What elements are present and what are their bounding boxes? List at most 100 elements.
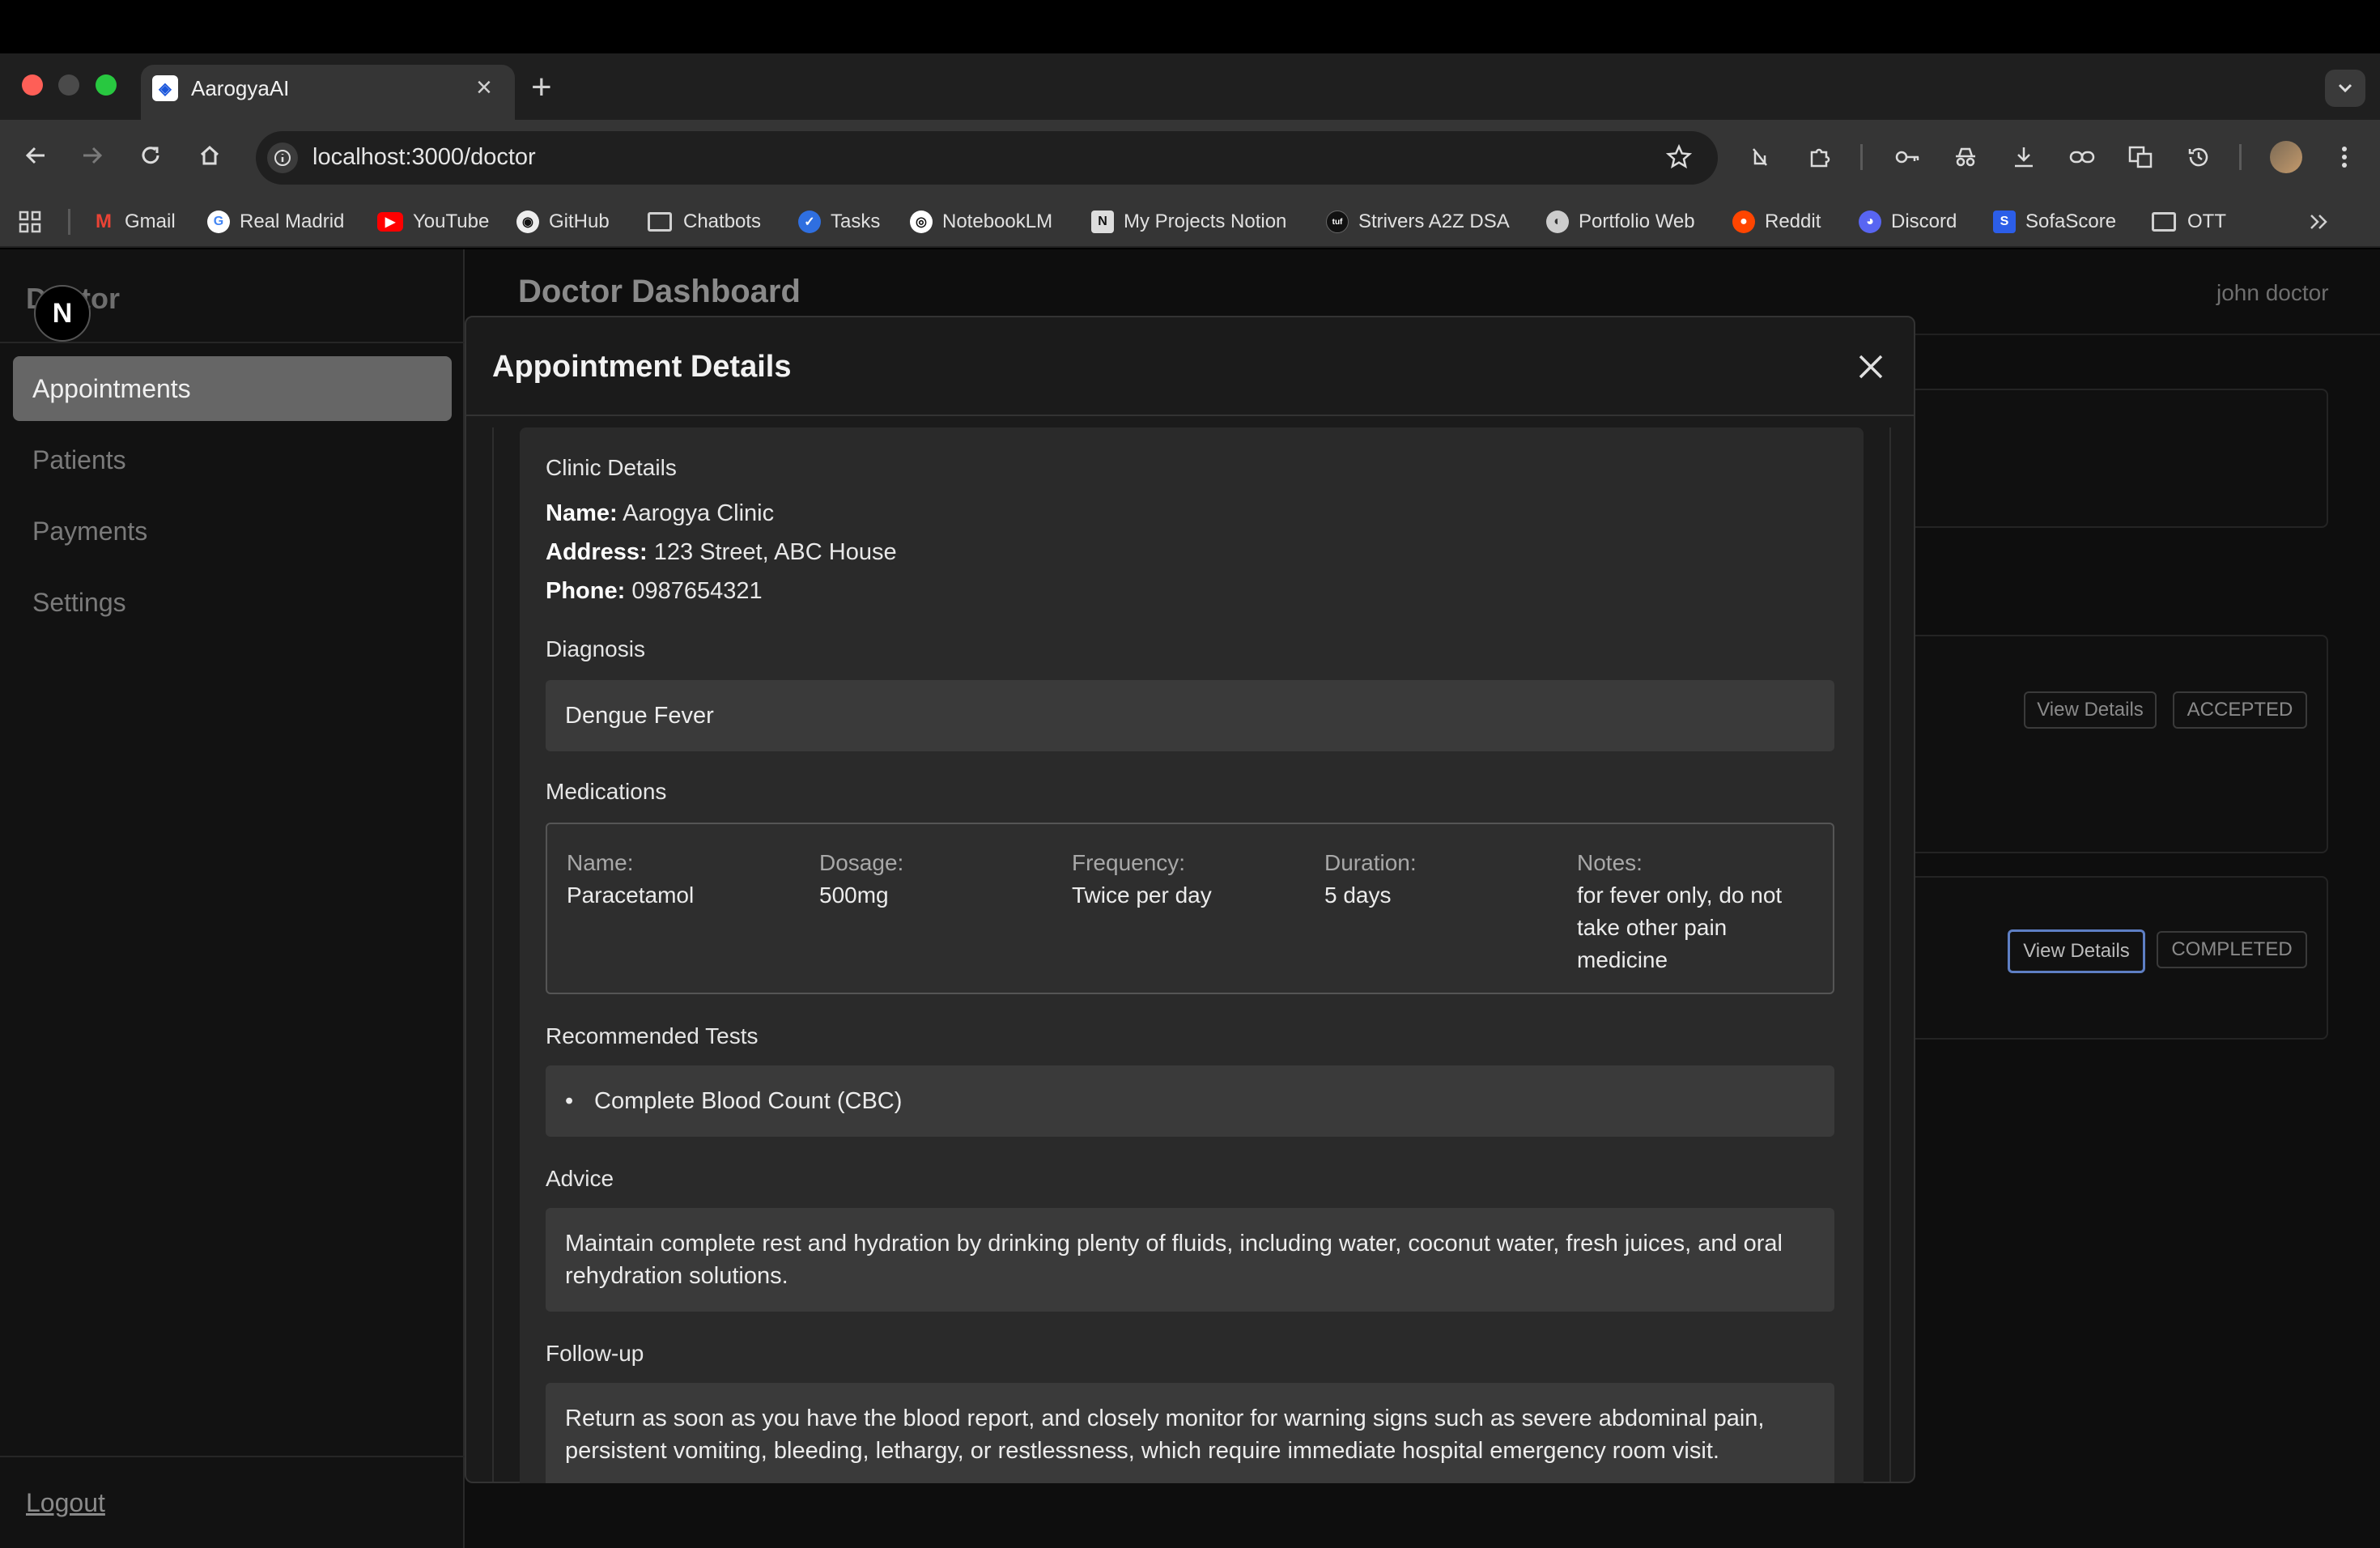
google-icon: G <box>207 211 230 233</box>
back-arrow-icon[interactable] <box>18 138 53 173</box>
discord-icon: ◕ <box>1859 211 1881 233</box>
sidebar-bottom-divider <box>0 1456 465 1457</box>
toolbar-separator <box>2239 144 2242 170</box>
bookmark-sofascore[interactable]: S SofaScore <box>1993 207 2116 236</box>
bookmark-chatbots[interactable]: Chatbots <box>648 207 761 236</box>
bookmark-gmail[interactable]: M Gmail <box>92 207 176 236</box>
sofascore-icon: S <box>1993 211 2016 233</box>
bookmark-ott[interactable]: OTT <box>2152 207 2226 236</box>
reddit-icon: ● <box>1732 211 1755 233</box>
medication-notes: Notes: for fever only, do not take other… <box>1577 850 1783 972</box>
tab-favicon-icon: ◈ <box>152 75 178 101</box>
new-tab-icon[interactable]: + <box>531 68 552 107</box>
translate-icon[interactable] <box>2123 139 2158 175</box>
modal-title: Appointment Details <box>492 350 792 384</box>
bookmark-my-projects-notion[interactable]: N My Projects Notion <box>1091 207 1286 236</box>
followup-text: Return as soon as you have the blood rep… <box>565 1406 1765 1464</box>
page-title: Doctor Dashboard <box>518 274 801 309</box>
bookmark-portfolio-web[interactable]: ◐ Portfolio Web <box>1546 207 1695 236</box>
globe-icon: ◐ <box>1546 211 1569 233</box>
summary-card <box>1886 389 2328 528</box>
test-item: Complete Blood Count (CBC) <box>594 1088 903 1114</box>
view-details-button[interactable]: View Details <box>2024 691 2157 729</box>
medications-label: Medications <box>546 779 667 804</box>
recommended-tests-box: • Complete Blood Count (CBC) <box>546 1065 1834 1137</box>
logout-link[interactable]: Logout <box>26 1488 105 1518</box>
github-icon: ◉ <box>516 211 539 233</box>
medication-item: Name: Paracetamol Dosage: 500mg Frequenc… <box>546 823 1834 994</box>
bookmark-notebooklm[interactable]: ◎ NotebookLM <box>910 207 1052 236</box>
apps-grid-icon[interactable] <box>18 207 42 236</box>
screen-top-strip <box>0 0 2380 53</box>
clinic-details-label: Clinic Details <box>546 455 677 480</box>
sidebar-item-settings[interactable]: Settings <box>13 570 452 635</box>
site-info-icon[interactable] <box>267 142 298 173</box>
followup-label: Follow-up <box>546 1341 644 1366</box>
nextjs-dev-badge[interactable]: N <box>34 285 91 342</box>
incognito-icon[interactable] <box>1948 139 1983 175</box>
sidebar-item-appointments[interactable]: Appointments <box>13 356 452 421</box>
diagnosis-value: Dengue Fever <box>565 703 714 729</box>
appointment-card <box>1886 635 2328 853</box>
folder-icon <box>2152 212 2176 232</box>
bookmark-reddit[interactable]: ● Reddit <box>1732 207 1821 236</box>
forward-arrow-icon[interactable] <box>74 138 110 173</box>
bullet-icon: • <box>565 1088 574 1114</box>
medication-duration: Duration: 5 days <box>1324 850 1417 908</box>
recommended-tests-label: Recommended Tests <box>546 1023 759 1048</box>
diagnosis-label: Diagnosis <box>546 636 645 661</box>
modal-header: Appointment Details <box>466 317 1914 416</box>
status-badge: ACCEPTED <box>2173 691 2307 729</box>
bookmark-real-madrid[interactable]: G Real Madrid <box>207 207 344 236</box>
reload-icon[interactable] <box>133 138 168 173</box>
advice-text: Maintain complete rest and hydration by … <box>565 1231 1783 1289</box>
medication-frequency: Frequency: Twice per day <box>1072 850 1212 908</box>
folder-icon <box>648 212 672 232</box>
password-key-icon[interactable] <box>1889 139 1925 175</box>
sidebar-item-patients[interactable]: Patients <box>13 427 452 492</box>
tuf-icon: tuf <box>1326 211 1349 233</box>
close-icon[interactable] <box>1851 347 1891 387</box>
diagnosis-box: Dengue Fever <box>546 680 1834 751</box>
status-badge: COMPLETED <box>2157 931 2307 968</box>
advice-box: Maintain complete rest and hydration by … <box>546 1208 1834 1312</box>
notion-icon: N <box>1091 211 1114 233</box>
close-window-button[interactable] <box>22 74 43 96</box>
followup-box: Return as soon as you have the blood rep… <box>546 1383 1834 1483</box>
clinic-phone: Phone: 0987654321 <box>546 578 763 604</box>
profile-avatar[interactable] <box>2270 141 2302 173</box>
tab-close-icon[interactable]: × <box>476 71 492 104</box>
bookmark-star-icon[interactable] <box>1661 139 1697 175</box>
minimize-window-button[interactable] <box>58 74 79 96</box>
more-bookmarks-chevron-icon[interactable] <box>2309 207 2330 236</box>
bookmark-tasks[interactable]: ✓ Tasks <box>798 207 880 236</box>
medication-name: Name: Paracetamol <box>567 850 695 908</box>
bookmark-github[interactable]: ◉ GitHub <box>516 207 610 236</box>
advice-label: Advice <box>546 1166 614 1191</box>
view-details-button[interactable]: View Details <box>2008 929 2145 973</box>
bookmark-youtube[interactable]: ▶ YouTube <box>377 207 489 236</box>
bookmarks-separator <box>68 209 70 235</box>
browser-menu-icon[interactable] <box>2327 139 2362 175</box>
download-icon[interactable] <box>2006 139 2042 175</box>
medication-dosage: Dosage: 500mg <box>819 850 904 908</box>
clinic-address: Address: 123 Street, ABC House <box>546 539 897 565</box>
history-icon[interactable] <box>2181 139 2216 175</box>
sidebar-divider <box>0 342 465 343</box>
home-icon[interactable] <box>192 138 227 173</box>
youtube-icon: ▶ <box>377 212 403 232</box>
sidebar-item-payments[interactable]: Payments <box>13 499 452 563</box>
tab-search-chevron-icon[interactable] <box>2325 70 2365 107</box>
url-text: localhost:3000/doctor <box>312 144 536 170</box>
clinic-name: Name: Aarogya Clinic <box>546 500 775 526</box>
tab-title: AarogyaAI <box>191 76 290 100</box>
notebooklm-icon: ◎ <box>910 211 933 233</box>
bookmark-strivers-a2z-dsa[interactable]: tuf Strivers A2Z DSA <box>1326 207 1510 236</box>
link-icon[interactable] <box>2064 139 2100 175</box>
extension-blocker-icon[interactable] <box>1742 139 1778 175</box>
maximize-window-button[interactable] <box>96 74 117 96</box>
extensions-puzzle-icon[interactable] <box>1802 139 1838 175</box>
bookmark-discord[interactable]: ◕ Discord <box>1859 207 1957 236</box>
gmail-icon: M <box>96 211 112 232</box>
tasks-icon: ✓ <box>798 211 821 233</box>
